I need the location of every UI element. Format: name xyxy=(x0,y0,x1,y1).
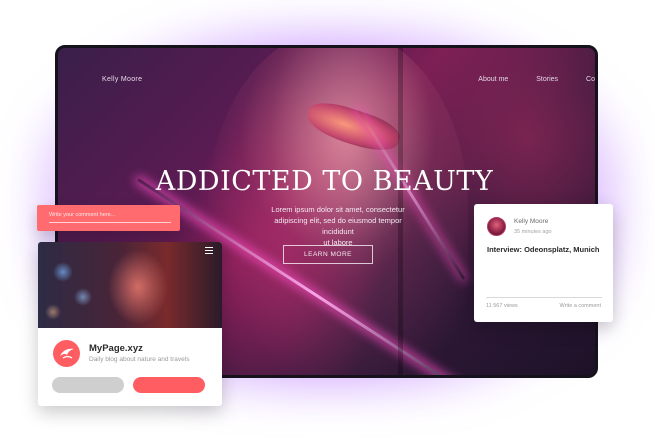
site-name: MyPage.xyz xyxy=(89,343,143,354)
menu-icon[interactable] xyxy=(205,247,213,254)
nav-links: About me Stories Co xyxy=(478,76,595,83)
mobile-hero-photo xyxy=(38,242,222,328)
post-title[interactable]: Interview: Odeonsplatz, Munich xyxy=(487,245,600,254)
site-logo xyxy=(53,340,80,367)
mobile-preview-card: MyPage.xyz Daily blog about nature and t… xyxy=(38,242,222,406)
bird-logo-icon xyxy=(59,348,74,359)
hero-text-line: adipiscing elit, sed do eiusmod tempor i… xyxy=(274,216,402,236)
post-timestamp: 35 minutes ago xyxy=(514,229,552,235)
hero-text: Lorem ipsum dolor sit amet, consectetur … xyxy=(258,204,418,248)
comment-underline xyxy=(49,222,171,223)
learn-more-button[interactable]: LEARN MORE xyxy=(283,245,373,264)
hero-title: ADDICTED TO BEAUTY xyxy=(155,166,494,197)
nav-link-stories[interactable]: Stories xyxy=(536,76,558,83)
post-author[interactable]: Kelly Moore xyxy=(514,218,548,225)
comment-placeholder: Write your comment here... xyxy=(49,212,116,218)
write-comment-link[interactable]: Write a comment xyxy=(560,303,601,309)
nav-site-name[interactable]: Kelly Moore xyxy=(102,76,142,83)
avatar xyxy=(487,217,506,236)
site-tagline: Daily blog about nature and travels xyxy=(89,356,190,363)
post-card: Kelly Moore 35 minutes ago Interview: Od… xyxy=(474,204,613,322)
hero-text-line: Lorem ipsum dolor sit amet, consectetur xyxy=(271,205,405,214)
nav-link-contact[interactable]: Co xyxy=(586,76,595,83)
primary-button[interactable] xyxy=(133,377,205,393)
secondary-button[interactable] xyxy=(52,377,124,393)
divider xyxy=(486,297,602,298)
post-views: 11 567 views xyxy=(486,303,518,309)
comment-input[interactable]: Write your comment here... xyxy=(37,205,180,231)
nav-link-about[interactable]: About me xyxy=(478,76,508,83)
